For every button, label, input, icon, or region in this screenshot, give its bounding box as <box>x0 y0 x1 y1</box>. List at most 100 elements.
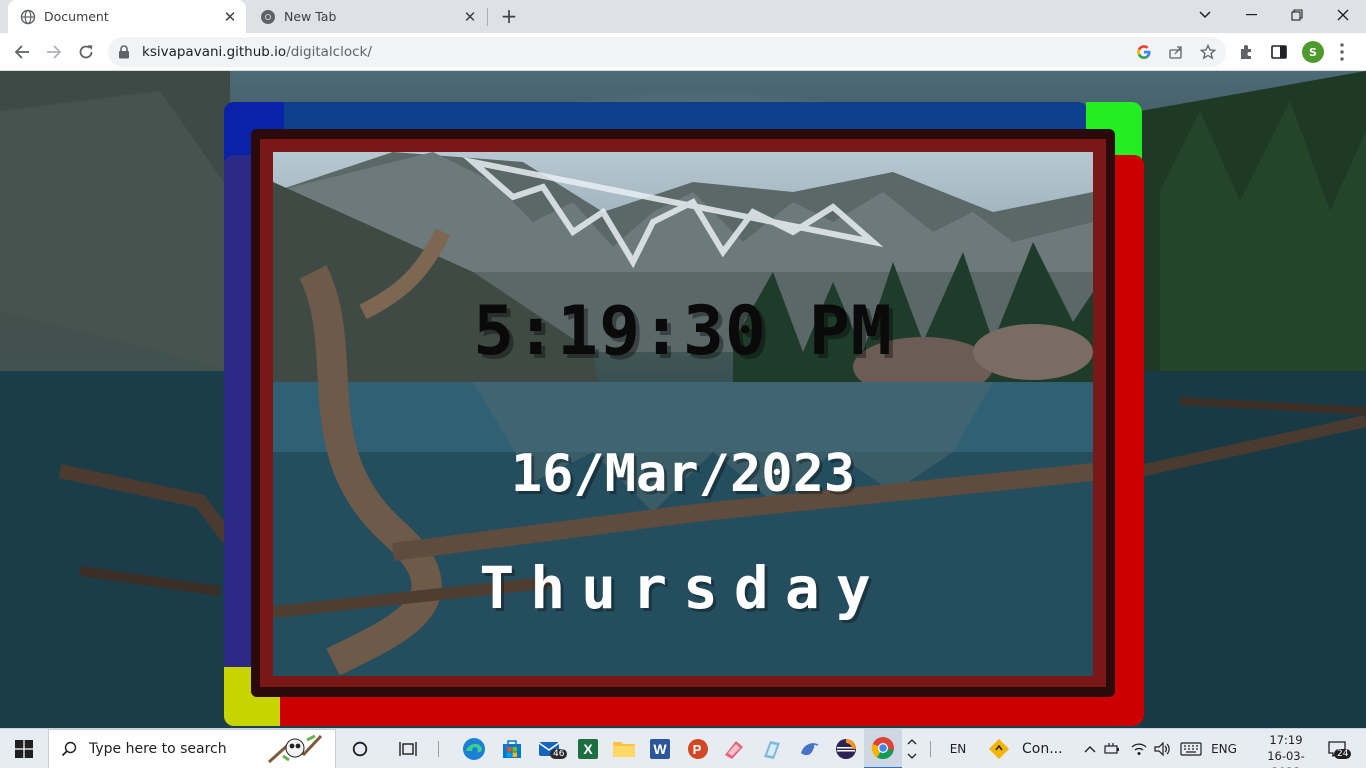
keyboard-icon <box>1180 742 1202 756</box>
new-tab-button[interactable]: + <box>498 4 520 28</box>
pinned-task-label: Con... <box>1022 741 1063 757</box>
windows-taskbar: Type here to search 46 X W P EN Con... E… <box>0 728 1366 768</box>
store-app[interactable] <box>494 729 530 768</box>
close-window-button[interactable] <box>1320 0 1366 30</box>
reload-button[interactable] <box>73 39 99 65</box>
address-bar[interactable]: ksivapavani.github.io/digitalclock/ <box>108 37 1226 67</box>
notification-center-button[interactable]: 24 <box>1322 729 1352 768</box>
cortana-button[interactable] <box>342 729 378 768</box>
mail-app[interactable]: 46 <box>532 729 568 768</box>
url-host: ksivapavani.github.io <box>142 44 287 60</box>
dolphin-app[interactable] <box>792 729 828 768</box>
tab-title: New Tab <box>284 9 337 24</box>
svg-text:W: W <box>653 741 667 757</box>
store-icon <box>503 740 521 758</box>
snip-icon <box>725 741 743 759</box>
tab-new-tab[interactable]: New Tab ✕ <box>248 0 486 33</box>
eclipse-app[interactable] <box>828 729 864 768</box>
speaker-icon <box>1154 742 1170 756</box>
eclipse-icon <box>836 739 856 759</box>
taskbar-divider <box>434 729 442 768</box>
web-page: 5:19:30 PM 16/Mar/2023 Thursday <box>0 71 1366 728</box>
search-highlight-icon <box>267 734 323 764</box>
battery-plug-icon <box>1104 743 1119 754</box>
powerpoint-icon: P <box>688 739 708 759</box>
folder-icon <box>613 742 635 757</box>
task-view-icon <box>399 742 417 756</box>
google-icon[interactable] <box>1136 44 1152 60</box>
search-placeholder: Type here to search <box>89 741 227 757</box>
chevron-down-icon <box>907 753 917 759</box>
minimize-button[interactable] <box>1228 0 1274 30</box>
volume-control[interactable] <box>1152 729 1174 768</box>
taskbar-clock[interactable]: 17:19 16-03-2023 <box>1255 732 1317 768</box>
chevron-down-icon <box>1199 11 1211 19</box>
start-button[interactable] <box>0 729 48 768</box>
windows-logo-icon <box>15 740 33 758</box>
clock-day: Thursday <box>479 554 887 622</box>
mail-unread-badge: 46 <box>550 749 568 759</box>
tab-search-button[interactable] <box>1182 0 1228 30</box>
chevron-up-icon <box>1084 746 1096 753</box>
excel-icon: X <box>578 739 598 759</box>
edge-app[interactable] <box>456 729 492 768</box>
warning-diamond-icon <box>989 739 1009 759</box>
taskbar-search-box[interactable]: Type here to search <box>48 729 336 768</box>
notes-app[interactable] <box>754 729 790 768</box>
tab-divider <box>487 8 488 26</box>
pinned-task-button[interactable]: Con... <box>988 729 1068 768</box>
bookmark-star-icon[interactable] <box>1200 44 1216 60</box>
close-icon <box>1337 9 1349 21</box>
language-indicator[interactable]: ENG <box>1208 729 1240 768</box>
minimize-icon <box>1245 14 1257 16</box>
input-indicator[interactable]: EN <box>944 729 972 768</box>
notification-count-badge: 24 <box>1334 749 1352 759</box>
close-tab-icon[interactable]: ✕ <box>460 7 480 27</box>
word-app[interactable]: W <box>642 729 678 768</box>
share-icon[interactable] <box>1168 44 1184 60</box>
forward-button[interactable] <box>41 39 67 65</box>
chevron-up-icon <box>907 739 917 745</box>
extensions-icon[interactable] <box>1238 43 1256 61</box>
reload-icon <box>79 45 93 59</box>
cortana-circle-icon <box>352 741 368 757</box>
globe-icon <box>20 9 36 24</box>
url-path: /digitalclock/ <box>286 44 372 60</box>
task-view-button[interactable] <box>390 729 426 768</box>
divider-line <box>929 741 931 757</box>
snip-app[interactable] <box>716 729 752 768</box>
profile-avatar[interactable]: S <box>1302 41 1324 63</box>
clock-date: 16/Mar/2023 <box>510 444 856 504</box>
notes-icon <box>764 741 780 759</box>
wifi-icon <box>1131 743 1147 755</box>
close-tab-icon[interactable]: ✕ <box>220 7 240 27</box>
clock-panel: 5:19:30 PM 16/Mar/2023 Thursday <box>273 152 1093 676</box>
excel-app[interactable]: X <box>570 729 606 768</box>
browser-toolbar: ksivapavani.github.io/digitalclock/ S <box>0 33 1366 71</box>
file-explorer-app[interactable] <box>606 729 642 768</box>
svg-text:X: X <box>583 741 593 757</box>
side-panel-icon[interactable] <box>1270 43 1288 61</box>
arrow-right-icon <box>47 45 62 59</box>
restore-button[interactable] <box>1274 0 1320 30</box>
back-button[interactable] <box>9 39 35 65</box>
lock-icon <box>119 45 129 59</box>
chrome-app-active[interactable] <box>864 729 902 768</box>
divider-line <box>437 741 439 757</box>
arrow-left-icon <box>14 45 29 59</box>
wifi-status[interactable] <box>1128 729 1150 768</box>
show-hidden-icons-button[interactable] <box>1080 729 1100 768</box>
tray-date: 16-03-2023 <box>1267 749 1305 768</box>
taskbar-overflow-scroller[interactable] <box>904 729 920 768</box>
touch-keyboard-button[interactable] <box>1178 729 1204 768</box>
battery-status[interactable] <box>1102 729 1124 768</box>
menu-dots-icon[interactable] <box>1340 42 1344 62</box>
powerpoint-app[interactable]: P <box>680 729 716 768</box>
tray-time: 17:19 <box>1269 733 1303 747</box>
clock-time: 5:19:30 PM <box>473 292 893 371</box>
search-icon <box>61 741 77 757</box>
chrome-icon <box>261 9 275 24</box>
taskbar-divider-2 <box>926 729 934 768</box>
tab-document[interactable]: Document ✕ <box>8 0 246 33</box>
url-text: ksivapavani.github.io/digitalclock/ <box>142 44 372 60</box>
